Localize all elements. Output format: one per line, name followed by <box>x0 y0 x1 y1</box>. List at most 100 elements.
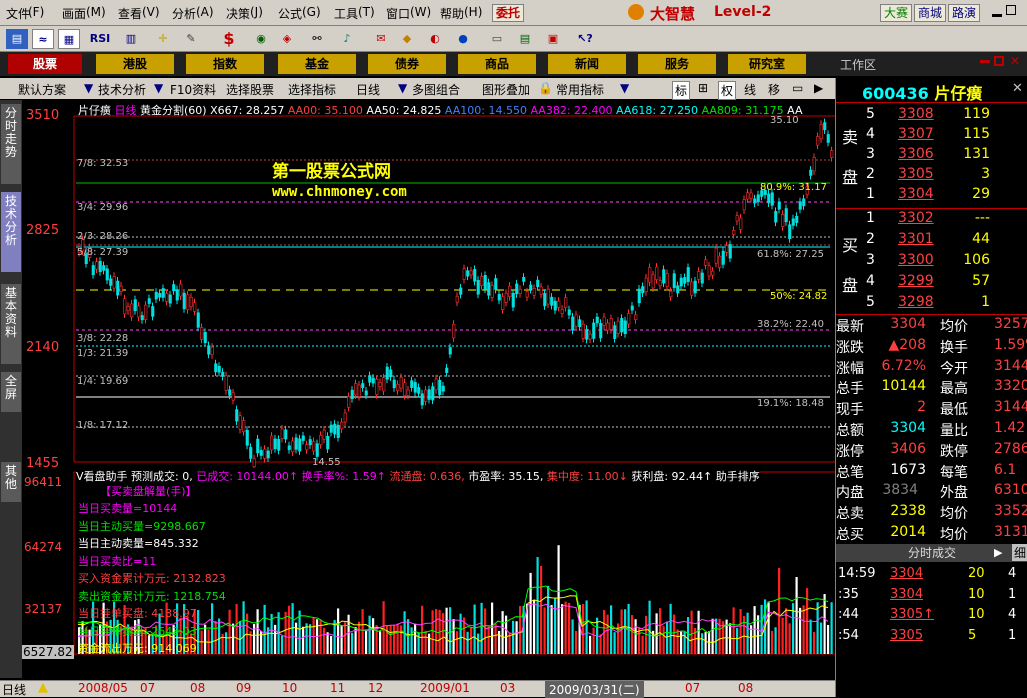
mall-button[interactable]: 商城 <box>914 4 947 22</box>
alarm-icon[interactable]: ♪ <box>336 29 358 49</box>
menu-formula[interactable]: 公式 <box>278 5 302 22</box>
vol-assistant[interactable]: V看盘助手 <box>76 470 128 483</box>
lock-icon[interactable]: 🔒 <box>538 81 553 95</box>
scheme-dropdown[interactable]: 默认方案 <box>18 81 66 98</box>
menu-tools[interactable]: 工具 <box>334 5 358 22</box>
tab-fundamentals[interactable]: 基本资料 <box>1 284 21 364</box>
rights-button[interactable]: 权 <box>718 81 737 100</box>
volume-bar <box>648 600 651 654</box>
volume-bar <box>613 632 616 654</box>
period-up-icon[interactable]: ▲ <box>38 680 48 695</box>
restore-icon[interactable] <box>1006 5 1016 15</box>
select-indicator-button[interactable]: 选择指标 <box>288 81 336 98</box>
candle-body <box>756 194 760 203</box>
menu-screen[interactable]: 画面 <box>62 5 86 22</box>
sell-level-row[interactable]: 4 3307 115 <box>836 126 1027 146</box>
dollar-icon[interactable]: $ <box>218 29 240 49</box>
book-icon[interactable]: ▤ <box>514 29 536 49</box>
sell-level-row[interactable]: 1 3304 29 <box>836 186 1027 206</box>
folder-icon[interactable]: ▤ <box>6 29 28 49</box>
candle-body <box>319 435 323 445</box>
ruler-icon[interactable]: ✎ <box>180 29 202 49</box>
common-indicator-button[interactable]: 常用指标 <box>556 81 604 98</box>
quote-close-icon[interactable]: ✕ <box>1012 81 1023 96</box>
rsi-icon[interactable]: RSI <box>86 29 114 49</box>
roadshow-button[interactable]: 路演 <box>948 4 981 22</box>
move-button[interactable]: 移 <box>768 81 780 98</box>
sell-level-row[interactable]: 3 3306 131 <box>836 146 1027 166</box>
globe-icon[interactable]: ● <box>452 29 474 49</box>
tab-fund[interactable]: 基金 <box>278 54 356 74</box>
crosshair-icon[interactable]: ✛ <box>152 29 174 49</box>
f10-button[interactable]: F10资料 <box>170 81 216 98</box>
help-pointer-icon[interactable]: ↖? <box>574 29 596 49</box>
buy-level-row[interactable]: 3 3300 106 <box>836 252 1027 272</box>
period-label[interactable]: 日线 <box>2 681 26 698</box>
compare-icon[interactable]: ◈ <box>276 29 298 49</box>
tab-technical[interactable]: 技术分析 <box>1 192 21 272</box>
overlay-button[interactable]: 图形叠加 <box>482 81 530 98</box>
tab-stocks[interactable]: 股票 <box>8 54 82 74</box>
diamond-icon[interactable]: ◆ <box>396 29 418 49</box>
buy-level-row[interactable]: 2 3301 44 <box>836 231 1027 251</box>
tab-intraday[interactable]: 分时走势 <box>1 104 21 184</box>
menu-window[interactable]: 窗口 <box>386 5 410 22</box>
period-dropdown[interactable]: 日线 <box>356 81 380 98</box>
tab-hk-stocks[interactable]: 港股 <box>96 54 174 74</box>
table-icon[interactable]: ▥ <box>120 29 142 49</box>
volume-bar <box>624 609 627 654</box>
next-icon[interactable]: ▶ <box>814 81 823 95</box>
candle-body <box>361 383 365 388</box>
toolbar: ▤ ≈ ▦ RSI ▥ ✛ ✎ $ ◉ ◈ ⚯ ♪ ✉ ◆ ◐ ● ▭ ▤ ▣ … <box>0 26 1027 52</box>
tab-commodity[interactable]: 商品 <box>458 54 536 74</box>
menu-file[interactable]: 文件 <box>6 5 30 22</box>
tech-analysis-dropdown[interactable]: 技术分析 <box>98 81 146 98</box>
select-stock-button[interactable]: 选择股票 <box>226 81 274 98</box>
mark-button[interactable]: 标 <box>672 81 691 100</box>
tab-service[interactable]: 服务 <box>638 54 716 74</box>
menu-help[interactable]: 帮助 <box>440 5 464 22</box>
delegate-button[interactable]: 委托 <box>492 4 525 22</box>
chart-area[interactable]: 片仔癀 日线 黄金分割(60) X667: 28.257 AA00: 35.10… <box>22 100 835 678</box>
stat-row: 涨幅 6.72% 今开 3144 <box>836 357 1027 377</box>
panel-minimize-icon[interactable] <box>980 60 990 63</box>
minimize-icon[interactable] <box>992 14 1002 17</box>
volume-bar <box>827 624 830 654</box>
menu-view[interactable]: 查看 <box>118 5 142 22</box>
eye-icon[interactable]: ◐ <box>424 29 446 49</box>
sell-level-row[interactable]: 2 3305 3 <box>836 166 1027 186</box>
panel-restore-icon[interactable] <box>994 56 1004 66</box>
tab-news[interactable]: 新闻 <box>548 54 626 74</box>
tab-fullscreen[interactable]: 全屏 <box>1 372 21 412</box>
buy-level-row[interactable]: 4 3299 57 <box>836 273 1027 293</box>
volume-bar <box>344 622 347 654</box>
copy-icon[interactable]: ▭ <box>486 29 508 49</box>
multi-chart-button[interactable]: 多图组合 <box>412 81 460 98</box>
volume-bar <box>606 614 609 654</box>
buy-level-row[interactable]: 1 3302 --- <box>836 210 1027 230</box>
sell-level-row[interactable]: 5 3308 119 <box>836 106 1027 126</box>
menu-decision[interactable]: 决策 <box>226 5 250 22</box>
kline-icon[interactable]: ≈ <box>32 29 54 49</box>
ticks-arrow-icon[interactable]: ▶ <box>994 546 1002 559</box>
tab-research[interactable]: 研究室 <box>728 54 806 74</box>
notes-icon[interactable]: ▣ <box>542 29 564 49</box>
grid-toggle-icon[interactable]: ⊞ <box>698 81 708 95</box>
buy-level-row[interactable]: 5 3298 1 <box>836 294 1027 314</box>
menu-analysis[interactable]: 分析 <box>172 5 196 22</box>
ticks-detail-tab[interactable]: 细 <box>1012 544 1027 561</box>
tab-other[interactable]: 其他 <box>1 462 21 502</box>
window-icon[interactable]: ▭ <box>792 81 803 95</box>
panel-close-icon[interactable]: ✕ <box>1010 54 1020 68</box>
tab-index[interactable]: 指数 <box>186 54 264 74</box>
vol-sort[interactable]: 助手排序 <box>716 470 760 483</box>
chart-icon[interactable]: ◉ <box>250 29 272 49</box>
line-button[interactable]: 线 <box>744 81 756 98</box>
binocular-icon[interactable]: ⚯ <box>306 29 328 49</box>
big-contest-button[interactable]: 大赛 <box>880 4 913 22</box>
volume-bar <box>795 576 798 654</box>
news-icon[interactable]: ✉ <box>370 29 392 49</box>
tab-bond[interactable]: 债券 <box>368 54 446 74</box>
workspace-label[interactable]: 工作区 <box>840 56 876 73</box>
grid-icon[interactable]: ▦ <box>58 29 80 49</box>
